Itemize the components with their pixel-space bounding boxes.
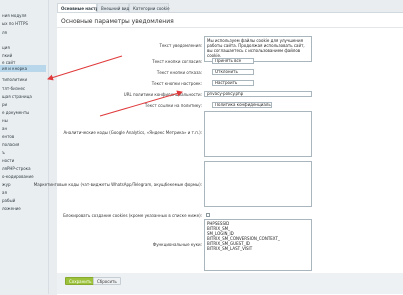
arrow-to-policy-url (99, 90, 183, 117)
arrow-to-sidebar (47, 55, 123, 81)
annotation-arrows (47, 55, 183, 117)
